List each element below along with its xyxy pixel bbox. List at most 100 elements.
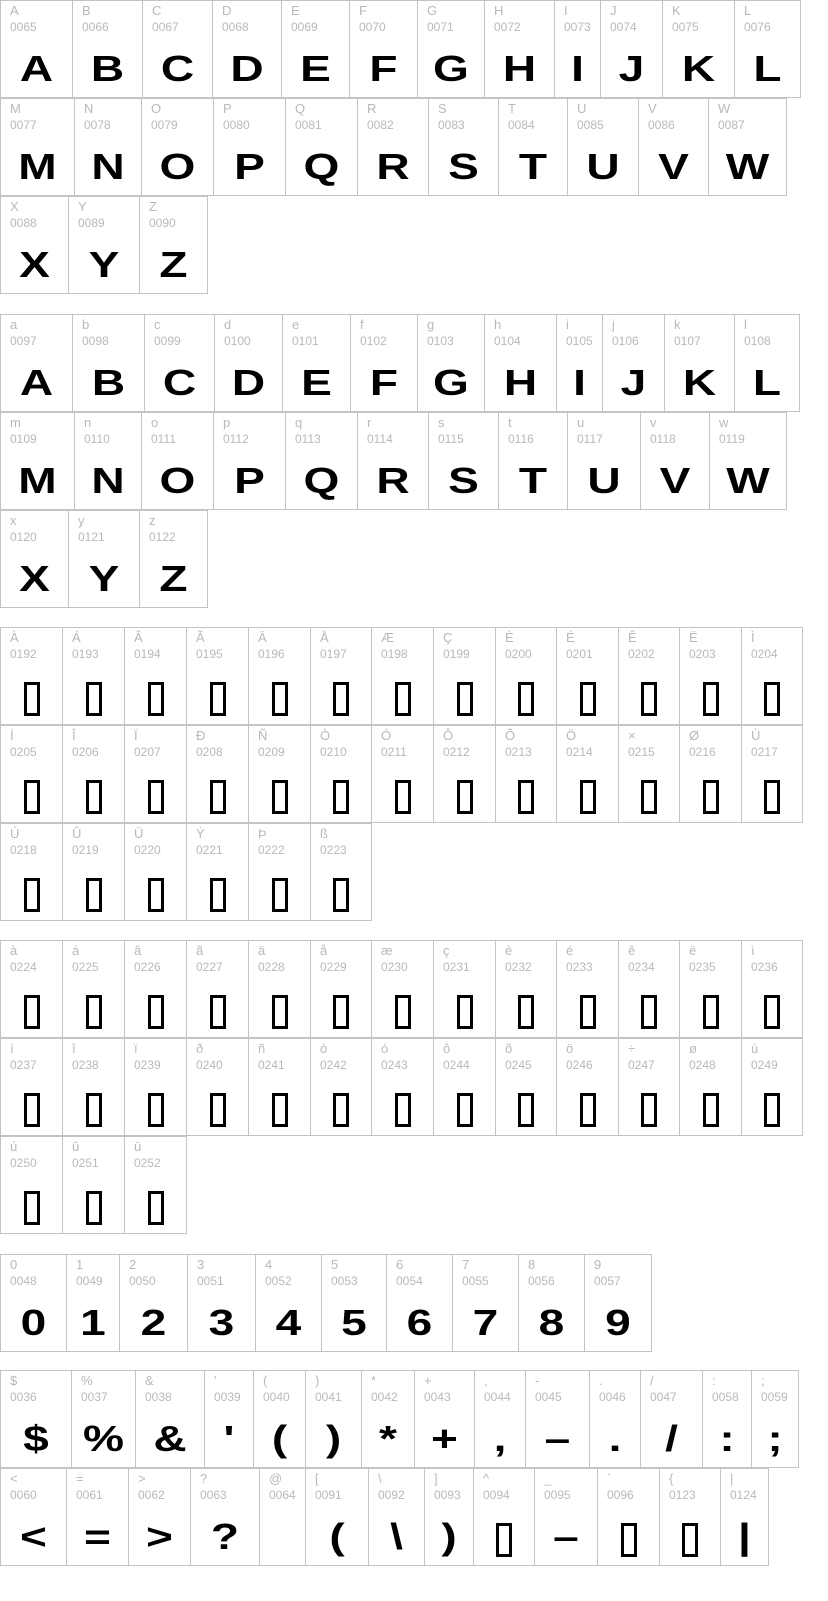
glyph-label: P: [223, 101, 232, 116]
glyph-cell-0198: Æ 0198: [371, 627, 434, 725]
glyph-cell-0235: ë 0235: [679, 940, 742, 1038]
glyph-label: j: [612, 317, 615, 332]
glyph-cell-0080: P 0080 P: [213, 98, 286, 196]
glyph-cell-0101: e 0101 E: [282, 314, 351, 412]
glyph-code: 0205: [10, 745, 37, 759]
glyph-code: 0194: [134, 647, 161, 661]
glyph-cell-0245: õ 0245: [495, 1038, 557, 1136]
glyph-label: ï: [134, 1041, 138, 1056]
glyph-label: î: [72, 1041, 76, 1056]
glyph-code: 0103: [427, 334, 454, 348]
glyph-row: 0 0048 0 1 0049 1 2 0050 2 3 0051 3 4 0052 4 5 0053 5 6 005…: [0, 1254, 652, 1352]
glyph-label: ß: [320, 826, 328, 841]
glyph-cell-0219: Û 0219: [62, 823, 125, 921]
glyph-label: å: [320, 943, 328, 958]
missing-glyph-box: [147, 1093, 164, 1127]
glyph-cell-0115: s 0115 S: [428, 412, 499, 510]
glyph-code: 0249: [751, 1058, 778, 1072]
glyph-label: W: [718, 101, 731, 116]
glyph-label: È: [505, 630, 514, 645]
glyph-code: 0076: [744, 20, 771, 34]
glyph-label: ü: [134, 1139, 142, 1154]
glyph-row: x 0120 Xy 0121 Yz 0122 Z: [0, 510, 208, 608]
glyph-code: 0087: [718, 118, 745, 132]
glyph-label: T: [508, 101, 516, 116]
missing-glyph-box: [271, 682, 288, 716]
glyph-cell-0095: _ 0095 –: [534, 1468, 598, 1566]
glyph-code: 0084: [508, 118, 535, 132]
glyph-cell-0099: c 0099 C: [144, 314, 215, 412]
glyph-cell-0201: É 0201: [556, 627, 619, 725]
glyph-cell-0252: ü 0252: [124, 1136, 187, 1234]
glyph-code: 0217: [751, 745, 778, 759]
glyph-label: ò: [320, 1041, 328, 1056]
glyph-label: [: [315, 1471, 319, 1486]
glyph-cell-0057: 9 0057 9: [584, 1254, 652, 1352]
missing-glyph-box: [702, 682, 719, 716]
glyph-label: i: [566, 317, 569, 332]
glyph-cell-0091: [0091(: [305, 1468, 369, 1566]
glyph-label: .: [599, 1373, 603, 1388]
glyph-sample: ;: [767, 1418, 783, 1459]
missing-glyph-box: [702, 995, 719, 1029]
missing-glyph-box: [85, 1093, 102, 1127]
glyph-label: û: [72, 1139, 80, 1154]
glyph-label: g: [427, 317, 435, 332]
glyph-cell-0244: ô 0244: [433, 1038, 496, 1136]
glyph-label: (: [263, 1373, 268, 1388]
glyph-code: 0045: [535, 1390, 562, 1404]
glyph-label: L: [744, 3, 752, 18]
glyph-label: í: [10, 1041, 14, 1056]
glyph-label: :: [712, 1373, 716, 1388]
glyph-label: ,: [484, 1373, 488, 1388]
glyph-label: ê: [628, 943, 636, 958]
glyph-label: Ï: [134, 728, 138, 743]
glyph-code: 0077: [10, 118, 37, 132]
glyph-cell-0087: W 0087 W: [708, 98, 787, 196]
glyph-label: O: [151, 101, 162, 116]
missing-glyph-box: [764, 682, 780, 716]
glyph-code: 0044: [484, 1390, 511, 1404]
glyph-code: 0066: [82, 20, 109, 34]
glyph-code: 0231: [443, 960, 470, 974]
missing-glyph-box: [147, 1191, 164, 1225]
glyph-cell-0112: p 0112 P: [213, 412, 286, 510]
glyph-cell-0220: Ü 0220: [124, 823, 187, 921]
missing-glyph-box: [764, 995, 780, 1029]
glyph-label: 1: [76, 1257, 84, 1272]
glyph-code: 0068: [222, 20, 249, 34]
glyph-label: Ö: [566, 728, 577, 743]
glyph-cell-0121: y 0121 Y: [68, 510, 140, 608]
glyph-cell-0215: × 0215: [618, 725, 680, 823]
glyph-sample: –: [553, 1516, 579, 1557]
glyph-label: 4: [265, 1257, 273, 1272]
glyph-code: 0043: [424, 1390, 451, 1404]
glyph-cell-0123: {0123: [659, 1468, 721, 1566]
glyph-code: 0047: [650, 1390, 677, 1404]
glyph-cell-0241: ñ 0241: [248, 1038, 311, 1136]
glyph-label: e: [292, 317, 300, 332]
missing-glyph-box: [271, 1093, 288, 1127]
glyph-cell-0227: ã 0227: [186, 940, 249, 1038]
glyph-code: 0121: [78, 530, 105, 544]
glyph-code: 0048: [10, 1274, 37, 1288]
missing-glyph-box: [147, 682, 164, 716]
missing-glyph-box: [271, 878, 288, 912]
missing-glyph-box: [456, 780, 473, 814]
glyph-label: -: [535, 1373, 540, 1388]
glyph-cell-0203: Ë 0203: [679, 627, 742, 725]
missing-glyph-box: [209, 878, 226, 912]
glyph-sample: |: [738, 1516, 751, 1557]
glyph-label: t: [508, 415, 512, 430]
glyph-cell-0216: Ø 0216: [679, 725, 742, 823]
glyph-code: 0080: [223, 118, 250, 132]
glyph-cell-0246: ö 0246: [556, 1038, 619, 1136]
glyph-row: à 0224 á 0225 â 0226 ã 0227 ä 0228 å 0229 æ 0230 ç 0231…: [0, 940, 803, 1038]
glyph-code: 0198: [381, 647, 408, 661]
glyph-code: 0079: [151, 118, 178, 132]
glyph-label: 2: [129, 1257, 137, 1272]
glyph-label: 3: [197, 1257, 205, 1272]
glyph-code: 0230: [381, 960, 408, 974]
glyph-row: Í 0205 Î 0206 Ï 0207 Ð 0208 Ñ 0209 Ò 0210 Ó 0211 Ô 0212…: [0, 725, 803, 823]
missing-glyph-box: [394, 1093, 411, 1127]
